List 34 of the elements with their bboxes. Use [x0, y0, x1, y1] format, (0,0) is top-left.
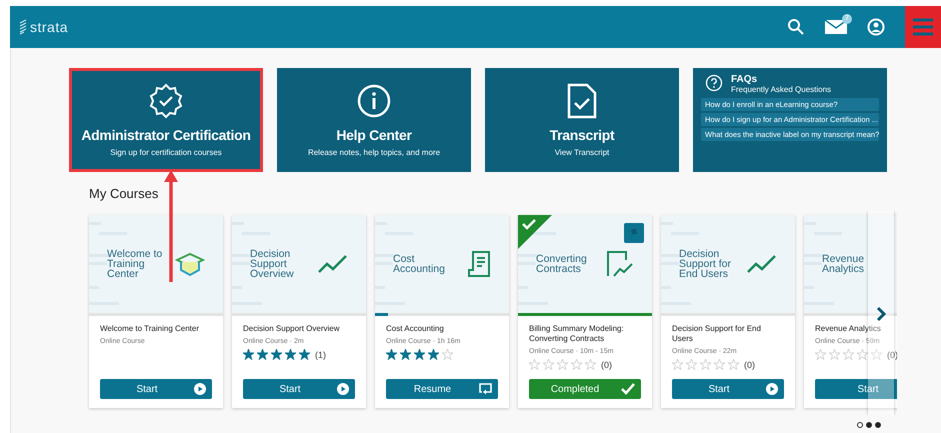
tile-title: Transcript: [550, 127, 614, 143]
course-action-button[interactable]: Resume: [386, 379, 498, 399]
section-heading: My Courses: [89, 186, 160, 201]
course-name: Billing Summary Modeling: Converting Contracts: [529, 324, 625, 344]
faq-title: FAQs: [731, 74, 758, 85]
course-action-button[interactable]: Start: [815, 379, 897, 399]
tile-subtitle: Release notes, help topics, and more: [308, 148, 440, 157]
course-name: Cost Accounting: [386, 324, 445, 334]
course-name: Decision Support for End Users: [672, 324, 762, 344]
tile-subtitle: Sign up for certification courses: [110, 148, 222, 157]
course-name: Welcome to Training Center: [100, 324, 200, 334]
faq-subtitle: Frequently Asked Questions: [731, 85, 832, 94]
quick-link-tile[interactable]: Transcript View Transcript: [485, 68, 679, 172]
tile-title: Help Center: [336, 127, 412, 143]
rating-count: (0): [601, 360, 612, 370]
rating-count: (0): [744, 360, 755, 370]
course-name: Decision Support Overview: [243, 324, 340, 334]
course-action-button[interactable]: Completed: [529, 379, 641, 399]
tile-subtitle: View Transcript: [554, 148, 610, 157]
cover-title: Decision Support for End Users: [679, 249, 732, 279]
course-name: Revenue Analytics: [815, 324, 882, 334]
quick-link-tile[interactable]: Administrator Certification Sign up for certification courses: [69, 68, 263, 172]
cover-title: Cost Accounting: [393, 254, 446, 274]
course-action-button[interactable]: Start: [672, 379, 784, 399]
cover-title: Decision Support Overview: [250, 249, 295, 279]
logo-text: strata: [30, 19, 68, 35]
cover-title: Converting Contracts: [536, 254, 588, 274]
tile-title: Administrator Certification: [81, 127, 251, 143]
course-action-button[interactable]: Start: [100, 379, 212, 399]
cover-title: Revenue Analytics: [822, 254, 866, 274]
quick-link-tile[interactable]: Help Center Release notes, help topics, and more: [277, 68, 471, 172]
cover-title: Welcome to Training Center: [107, 249, 164, 279]
rating-count: (1): [315, 350, 326, 360]
course-action-button[interactable]: Start: [243, 379, 355, 399]
